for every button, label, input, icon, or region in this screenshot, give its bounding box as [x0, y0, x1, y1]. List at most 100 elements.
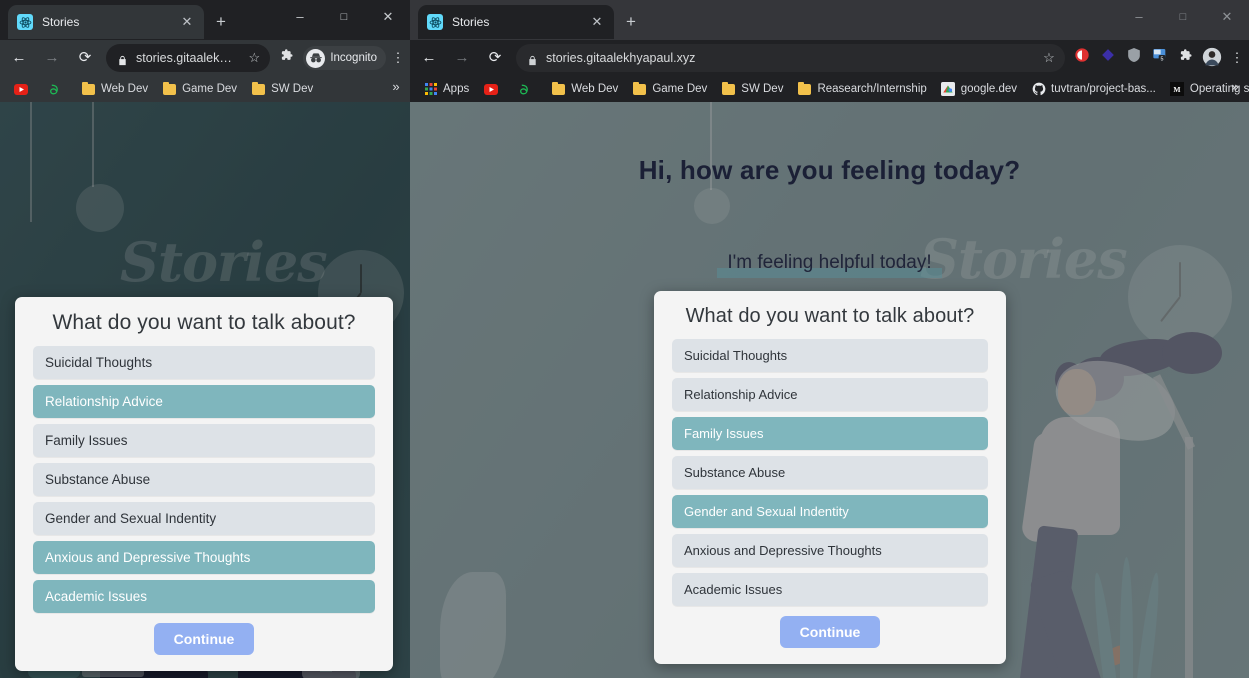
- screenshot-root: Stories ✕ + – □ ✕ ← → ⟳ stories.gitaalek…: [0, 0, 1249, 678]
- forward-button[interactable]: →: [448, 44, 476, 72]
- lock-icon: [117, 53, 128, 65]
- forward-button[interactable]: →: [38, 44, 66, 72]
- back-button[interactable]: ←: [5, 44, 33, 72]
- option-academic-issues[interactable]: Academic Issues: [672, 573, 988, 606]
- continue-button[interactable]: Continue: [153, 623, 255, 655]
- browser-window-right[interactable]: Stories ✕ + – □ ✕ ← → ⟳ stories.gitaalek…: [410, 0, 1249, 678]
- bookmark-label: tuvtran/project-bas...: [1051, 83, 1156, 95]
- minimize-button[interactable]: –: [1117, 0, 1161, 34]
- option-anxious-and-depressive-thoughts[interactable]: Anxious and Depressive Thoughts: [33, 541, 375, 574]
- option-academic-issues[interactable]: Academic Issues: [33, 580, 375, 613]
- new-tab-button[interactable]: +: [620, 11, 642, 33]
- react-icon: [427, 14, 443, 30]
- bookmark-star-icon[interactable]: ☆: [244, 50, 264, 66]
- page-greeting: Hi, how are you feeling today?: [638, 155, 1021, 185]
- choice-helpful[interactable]: I'm feeling helpful today!: [717, 250, 942, 278]
- folder-icon: [721, 81, 736, 97]
- bookmark-research-internship[interactable]: Reasearch/Internship: [790, 78, 933, 100]
- reload-button[interactable]: ⟳: [71, 44, 99, 72]
- browser-toolbar-right: ← → ⟳ stories.gitaalekhyapaul.xyz ☆ 5 ⋮: [410, 40, 1249, 76]
- option-suicidal-thoughts[interactable]: Suicidal Thoughts: [33, 346, 375, 379]
- topic-selection-modal-right: What do you want to talk about? Suicidal…: [654, 291, 1006, 664]
- option-anxious-and-depressive-thoughts[interactable]: Anxious and Depressive Thoughts: [672, 534, 988, 567]
- option-label: Family Issues: [684, 426, 764, 441]
- new-tab-button[interactable]: +: [210, 11, 232, 33]
- svg-text:5: 5: [1161, 56, 1164, 62]
- choice-label: I'm feeling helpful today!: [727, 251, 932, 273]
- bookmark-game-dev[interactable]: Game Dev: [155, 78, 244, 100]
- option-family-issues[interactable]: Family Issues: [672, 417, 988, 450]
- puzzle-icon[interactable]: [276, 47, 298, 69]
- continue-button[interactable]: Continue: [779, 616, 881, 648]
- close-window-button[interactable]: ✕: [366, 0, 410, 34]
- address-bar-left[interactable]: stories.gitaalekhyapa... ☆: [106, 44, 271, 72]
- bookmark-sw-dev[interactable]: SW Dev: [244, 78, 320, 100]
- bookmark-youtube[interactable]: [476, 78, 510, 100]
- bookmark-sw-dev[interactable]: SW Dev: [714, 78, 790, 100]
- option-label: Family Issues: [45, 433, 128, 448]
- bookmarks-overflow-button[interactable]: »: [1227, 79, 1243, 94]
- browser-window-left[interactable]: Stories ✕ + – □ ✕ ← → ⟳ stories.gitaalek…: [0, 0, 410, 678]
- bookmark-youtube[interactable]: [6, 78, 40, 100]
- shield-icon[interactable]: [1123, 47, 1145, 69]
- tab-stories-right[interactable]: Stories ✕: [418, 5, 614, 39]
- avatar[interactable]: [1201, 47, 1223, 69]
- browser-menu-button[interactable]: ⋮: [1225, 50, 1249, 66]
- option-relationship-advice[interactable]: Relationship Advice: [33, 385, 375, 418]
- bookmark-web-dev[interactable]: Web Dev: [544, 78, 625, 100]
- bookmark-github-project[interactable]: tuvtran/project-bas...: [1024, 78, 1163, 100]
- bookmark-game-dev[interactable]: Game Dev: [625, 78, 714, 100]
- option-relationship-advice[interactable]: Relationship Advice: [672, 378, 988, 411]
- option-substance-abuse[interactable]: Substance Abuse: [672, 456, 988, 489]
- bookmark-apps[interactable]: Apps: [416, 78, 476, 100]
- option-label: Academic Issues: [684, 582, 783, 597]
- option-label: Suicidal Thoughts: [684, 348, 788, 363]
- option-label: Anxious and Depressive Thoughts: [45, 550, 251, 565]
- option-gender-and-sexual-identity[interactable]: Gender and Sexual Indentity: [33, 502, 375, 535]
- maximize-button[interactable]: □: [322, 0, 366, 34]
- puzzle-icon[interactable]: [1175, 47, 1197, 69]
- dark-reader-icon[interactable]: [1097, 47, 1119, 69]
- browser-toolbar-left: ← → ⟳ stories.gitaalekhyapa... ☆: [0, 40, 410, 76]
- bookmarks-overflow-button[interactable]: »: [388, 79, 404, 94]
- bookmark-label: Web Dev: [101, 83, 149, 95]
- spotify-icon: [517, 82, 532, 97]
- topic-selection-modal-left: What do you want to talk about? Suicidal…: [15, 297, 393, 671]
- reload-button[interactable]: ⟳: [481, 44, 509, 72]
- option-label: Suicidal Thoughts: [45, 355, 153, 370]
- option-label: Relationship Advice: [684, 387, 798, 402]
- back-button[interactable]: ←: [415, 44, 443, 72]
- bookmark-label: Reasearch/Internship: [817, 83, 927, 95]
- browser-chrome-right: Stories ✕ + – □ ✕ ← → ⟳ stories.gitaalek…: [410, 0, 1249, 102]
- close-icon[interactable]: ✕: [179, 14, 195, 30]
- maximize-button[interactable]: □: [1161, 0, 1205, 34]
- option-family-issues[interactable]: Family Issues: [33, 424, 375, 457]
- bookmark-spotify[interactable]: [510, 78, 544, 100]
- apps-grid-icon: [423, 82, 438, 97]
- close-icon[interactable]: ✕: [589, 14, 605, 30]
- option-substance-abuse[interactable]: Substance Abuse: [33, 463, 375, 496]
- page-viewport-left: Stories What do you want to talk about? …: [0, 102, 410, 678]
- bookmark-spotify[interactable]: [40, 78, 74, 100]
- youtube-icon: [483, 82, 498, 97]
- option-gender-and-sexual-identity[interactable]: Gender and Sexual Indentity: [672, 495, 988, 528]
- browser-menu-button[interactable]: ⋮: [386, 50, 410, 66]
- bookmark-web-dev[interactable]: Web Dev: [74, 78, 155, 100]
- bookmark-label: Web Dev: [571, 83, 619, 95]
- bookmark-label: Game Dev: [652, 83, 708, 95]
- option-suicidal-thoughts[interactable]: Suicidal Thoughts: [672, 339, 988, 372]
- lock-icon: [527, 53, 538, 65]
- screenshot-icon[interactable]: 5: [1149, 47, 1171, 69]
- option-label: Substance Abuse: [684, 465, 786, 480]
- minimize-button[interactable]: –: [278, 0, 322, 34]
- address-bar-right[interactable]: stories.gitaalekhyapaul.xyz ☆: [516, 44, 1065, 72]
- close-window-button[interactable]: ✕: [1205, 0, 1249, 34]
- folder-icon: [81, 81, 96, 97]
- brave-shields-icon[interactable]: [1071, 47, 1093, 69]
- bookmark-star-icon[interactable]: ☆: [1039, 50, 1059, 66]
- bookmark-google-dev[interactable]: google.dev: [934, 78, 1024, 100]
- option-label: Anxious and Depressive Thoughts: [684, 543, 882, 558]
- incognito-indicator[interactable]: Incognito: [303, 46, 386, 70]
- option-label: Relationship Advice: [45, 394, 163, 409]
- tab-stories-left[interactable]: Stories ✕: [8, 5, 204, 39]
